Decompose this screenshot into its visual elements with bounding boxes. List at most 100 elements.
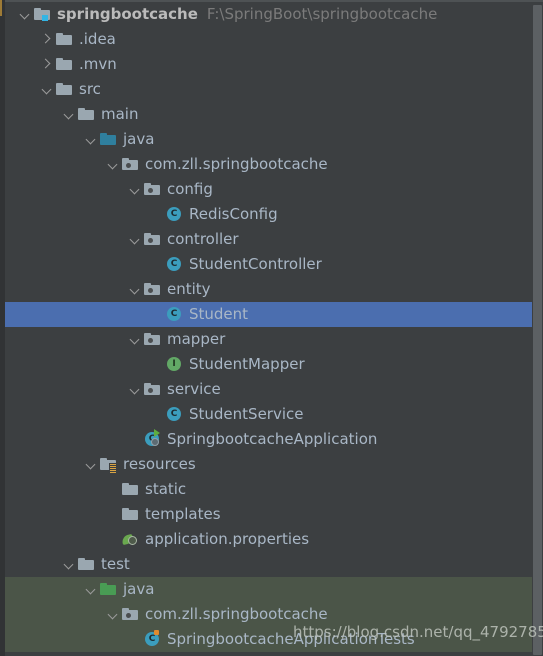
package-icon: [143, 227, 163, 252]
chevron-down-icon[interactable]: [127, 277, 143, 302]
chevron-placeholder: [105, 527, 121, 552]
module-folder-icon: [33, 2, 53, 27]
java-class-icon: C: [165, 202, 185, 227]
tree-row-label: StudentController: [189, 255, 322, 273]
tree-row[interactable]: templates: [5, 502, 532, 527]
tree-row-label: .mvn: [79, 55, 117, 73]
chevron-down-icon[interactable]: [61, 552, 77, 577]
tree-row-label: templates: [145, 505, 221, 523]
spring-boot-application-icon: C: [143, 427, 163, 452]
tree-row-label: SpringbootcacheApplication: [167, 430, 378, 448]
chevron-right-icon[interactable]: [39, 52, 55, 77]
tree-row-label: RedisConfig: [189, 205, 278, 223]
chevron-down-icon[interactable]: [39, 77, 55, 102]
tree-row-label: mapper: [167, 330, 226, 348]
tree-row[interactable]: src: [5, 77, 532, 102]
tree-row[interactable]: C StudentService: [5, 402, 532, 427]
chevron-placeholder: [149, 252, 165, 277]
project-tool-window: springbootcache F:\SpringBoot\springbootc…: [0, 0, 543, 656]
folder-icon: [121, 502, 141, 527]
tree-row-label: StudentService: [189, 405, 304, 423]
tree-row[interactable]: service: [5, 377, 532, 402]
folder-icon: [77, 552, 97, 577]
resource-root-folder-icon: [99, 452, 119, 477]
tree-row[interactable]: static: [5, 477, 532, 502]
tree-row[interactable]: entity: [5, 277, 532, 302]
tree-row[interactable]: com.zll.springbootcache: [5, 152, 532, 177]
tree-row[interactable]: CSpringbootcacheApplication: [5, 427, 532, 452]
tree-row[interactable]: .idea: [5, 27, 532, 52]
tree-row[interactable]: config: [5, 177, 532, 202]
chevron-placeholder: [149, 402, 165, 427]
tree-row[interactable]: controller: [5, 227, 532, 252]
chevron-down-icon[interactable]: [127, 177, 143, 202]
java-class-icon: C: [165, 402, 185, 427]
tree-row[interactable]: test: [5, 552, 532, 577]
tree-row-label: service: [167, 380, 221, 398]
package-icon: [143, 177, 163, 202]
tree-row[interactable]: C RedisConfig: [5, 202, 532, 227]
chevron-placeholder: [149, 352, 165, 377]
tree-row-label: entity: [167, 280, 211, 298]
tree-row[interactable]: mapper: [5, 327, 532, 352]
java-class-icon: C: [165, 252, 185, 277]
tree-row-label: test: [101, 555, 130, 573]
package-icon: [121, 602, 141, 627]
chevron-placeholder: [105, 477, 121, 502]
tree-row-label: controller: [167, 230, 239, 248]
chevron-down-icon[interactable]: [105, 602, 121, 627]
tree-row-label: StudentMapper: [189, 355, 305, 373]
tree-row[interactable]: .mvn: [5, 52, 532, 77]
chevron-down-icon[interactable]: [127, 327, 143, 352]
vertical-scrollbar[interactable]: [532, 2, 543, 656]
vertical-scrollbar-thumb[interactable]: [533, 5, 542, 655]
chevron-down-icon[interactable]: [61, 102, 77, 127]
tree-row-label: static: [145, 480, 187, 498]
chevron-down-icon[interactable]: [83, 577, 99, 602]
chevron-placeholder: [149, 202, 165, 227]
chevron-down-icon[interactable]: [127, 377, 143, 402]
tree-row[interactable]: com.zll.springbootcache: [5, 602, 532, 627]
tree-row[interactable]: resources: [5, 452, 532, 477]
tree-row-label: com.zll.springbootcache: [145, 155, 328, 173]
tree-row[interactable]: main: [5, 102, 532, 127]
tree-row[interactable]: I StudentMapper: [5, 352, 532, 377]
folder-icon: [121, 477, 141, 502]
tree-row[interactable]: C Student: [5, 302, 532, 327]
tree-row-label: resources: [123, 455, 196, 473]
chevron-down-icon[interactable]: [127, 227, 143, 252]
tree-row-label: main: [101, 105, 139, 123]
folder-icon: [55, 52, 75, 77]
test-source-root-folder-icon: [99, 577, 119, 602]
chevron-down-icon[interactable]: [83, 452, 99, 477]
tree-row-label: Student: [189, 305, 249, 323]
tree-row-label: src: [79, 80, 101, 98]
package-icon: [121, 152, 141, 177]
tree-row-label: com.zll.springbootcache: [145, 605, 328, 623]
chevron-placeholder: [105, 502, 121, 527]
folder-icon: [77, 102, 97, 127]
chevron-placeholder: [127, 427, 143, 452]
project-tree[interactable]: springbootcache F:\SpringBoot\springbootc…: [5, 2, 532, 656]
test-class-icon: C: [143, 627, 163, 652]
folder-icon: [55, 77, 75, 102]
source-root-folder-icon: [99, 127, 119, 152]
tree-row[interactable]: java: [5, 577, 532, 602]
tree-row[interactable]: C StudentController: [5, 252, 532, 277]
chevron-down-icon[interactable]: [83, 127, 99, 152]
tree-row[interactable]: java: [5, 127, 532, 152]
java-interface-icon: I: [165, 352, 185, 377]
tree-row[interactable]: springbootcache F:\SpringBoot\springbootc…: [5, 2, 532, 27]
chevron-down-icon[interactable]: [17, 2, 33, 27]
package-icon: [143, 377, 163, 402]
java-class-icon: C: [165, 302, 185, 327]
package-icon: [143, 327, 163, 352]
chevron-down-icon[interactable]: [105, 152, 121, 177]
tree-row-label: springbootcache: [57, 5, 198, 23]
tree-row-path: F:\SpringBoot\springbootcache: [206, 5, 438, 23]
chevron-right-icon[interactable]: [39, 27, 55, 52]
tree-row[interactable]: application.properties: [5, 527, 532, 552]
chevron-placeholder: [127, 627, 143, 652]
tree-row-label: java: [123, 130, 155, 148]
tree-row[interactable]: C SpringbootcacheApplicationTests: [5, 627, 532, 652]
